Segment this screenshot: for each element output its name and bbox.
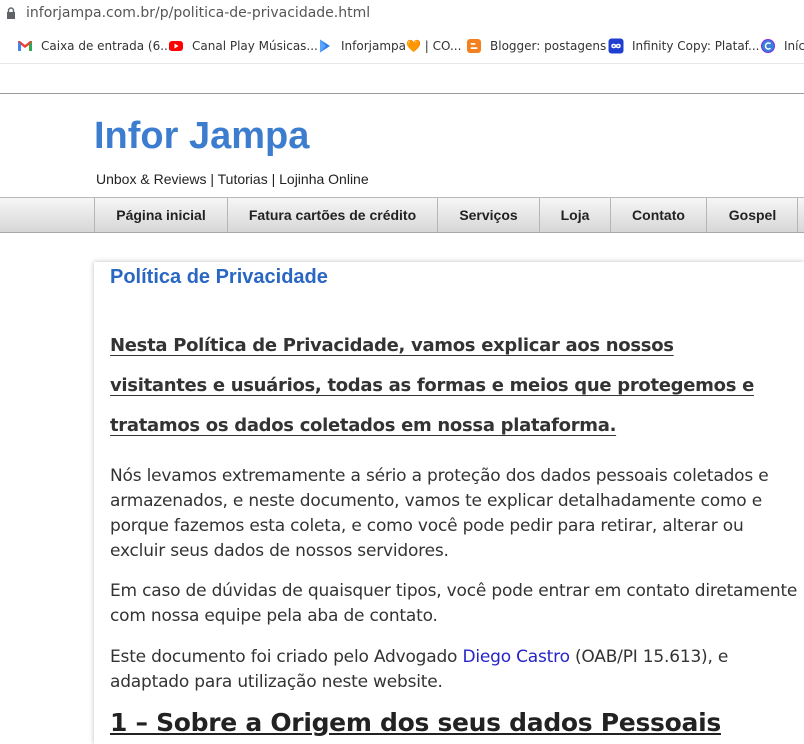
post-intro: Nesta Política de Privacidade, vamos exp… xyxy=(110,335,754,436)
main-nav: Página inicial Fatura cartões de crédito… xyxy=(0,197,804,233)
bookmarks-bar: Caixa de entrada (6... Canal Play Música… xyxy=(0,27,804,64)
header-divider xyxy=(0,93,804,94)
nav-loja[interactable]: Loja xyxy=(539,198,610,232)
lock-icon xyxy=(7,7,15,19)
canva-icon xyxy=(761,39,775,53)
nav-contato[interactable]: Contato xyxy=(610,198,706,232)
bookmark-inforjampa[interactable]: Inforjampa🧡 | CO... xyxy=(317,37,461,55)
bookmark-label: Iníc xyxy=(784,39,804,53)
section-heading-1: 1 – Sobre a Origem dos seus dados Pessoa… xyxy=(110,708,721,737)
infinity-icon xyxy=(608,38,624,54)
gmail-icon xyxy=(18,41,32,51)
paragraph-1: Nós levamos extremamente a sério a prote… xyxy=(110,466,769,561)
nav-divider xyxy=(797,198,798,232)
blogger-icon xyxy=(467,39,481,53)
site-description: Unbox & Reviews | Tutorias | Lojinha Onl… xyxy=(96,171,369,187)
lawyer-link[interactable]: Diego Castro xyxy=(462,647,569,667)
paragraph-3: Este documento foi criado pelo Advogado … xyxy=(110,645,800,695)
nav-servicos[interactable]: Serviços xyxy=(437,198,539,232)
post-title: Política de Privacidade xyxy=(110,266,328,288)
nav-gospel[interactable]: Gospel xyxy=(706,198,798,232)
post-content: Política de Privacidade Nesta Política d… xyxy=(94,262,804,744)
paragraph-2: Em caso de dúvidas de quaisquer tipos, v… xyxy=(110,581,798,626)
youtube-icon xyxy=(169,41,183,51)
address-bar[interactable]: inforjampa.com.br/p/politica-de-privacid… xyxy=(0,0,804,27)
bookmark-label: Caixa de entrada (6... xyxy=(41,39,172,53)
bookmark-label: Canal Play Músicas... xyxy=(192,39,318,53)
bookmark-youtube[interactable]: Canal Play Músicas... xyxy=(168,37,318,55)
play-store-icon xyxy=(320,39,330,53)
bookmark-label: Infinity Copy: Plataf... xyxy=(632,39,760,53)
bookmark-label: Inforjampa🧡 | CO... xyxy=(341,39,462,53)
paragraph-3-text: Este documento foi criado pelo Advogado xyxy=(110,647,463,667)
bookmark-canva[interactable]: Iníc xyxy=(760,37,804,55)
nav-pagina-inicial[interactable]: Página inicial xyxy=(94,198,227,232)
nav-fatura-cartoes[interactable]: Fatura cartões de crédito xyxy=(227,198,437,232)
site-title[interactable]: Infor Jampa xyxy=(94,115,309,158)
bookmark-infinity[interactable]: Infinity Copy: Plataf... xyxy=(608,37,759,55)
bookmark-gmail[interactable]: Caixa de entrada (6... xyxy=(17,37,172,55)
bookmark-blogger[interactable]: Blogger: postagens xyxy=(466,37,606,55)
url-text[interactable]: inforjampa.com.br/p/politica-de-privacid… xyxy=(26,5,370,21)
bookmark-label: Blogger: postagens xyxy=(490,39,607,53)
